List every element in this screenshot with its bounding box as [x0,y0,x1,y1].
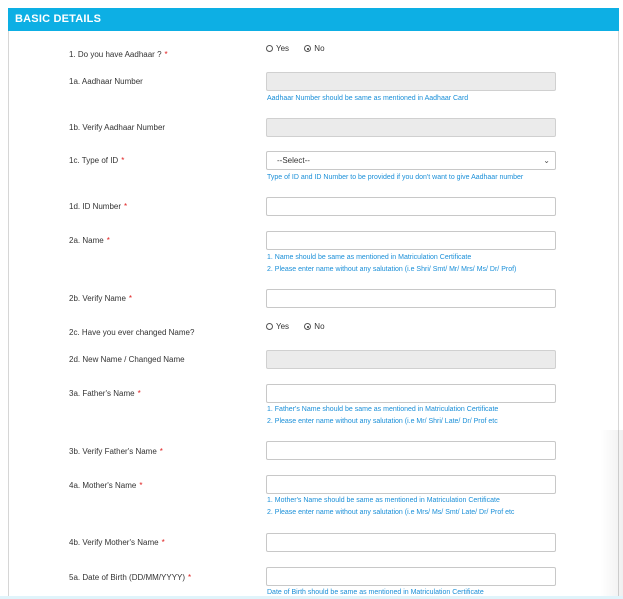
mother-name-hint-1: 1. Mother's Name should be same as menti… [267,497,500,504]
id-number-input[interactable] [266,197,556,216]
aadhaar-yes-option[interactable]: Yes [266,44,289,53]
required-marker: * [121,156,125,165]
section-header: BASIC DETAILS [8,8,619,31]
type-of-id-selected-value: --Select-- [277,156,310,165]
aadhaar-number-input[interactable] [266,72,556,91]
dob-input[interactable] [266,567,556,586]
radio-checked-icon[interactable] [304,45,312,52]
required-marker: * [128,294,133,303]
required-marker: * [137,389,141,398]
required-marker: * [106,236,110,245]
chevron-down-icon: ⌄ [543,156,550,165]
type-of-id-hint: Type of ID and ID Number to be provided … [267,174,524,181]
father-name-label: 3a. Father's Name * [69,389,141,398]
father-name-input[interactable] [266,384,556,403]
verify-aadhaar-label: 1b. Verify Aadhaar Number [69,123,166,132]
verify-aadhaar-input[interactable] [266,118,556,137]
new-name-label: 2d. New Name / Changed Name [69,355,185,364]
required-marker: * [139,481,143,490]
scroll-shadow [600,430,623,599]
aadhaar-question-label: 1. Do you have Aadhaar ? * [69,50,168,59]
verify-name-label: 2b. Verify Name * [69,294,133,303]
changed-name-no-option[interactable]: No [304,322,325,331]
required-marker: * [159,447,163,456]
radio-unchecked-icon[interactable] [266,323,273,330]
verify-mother-name-input[interactable] [266,533,556,552]
type-of-id-select[interactable]: --Select-- ⌄ [266,151,556,170]
name-hint-2: 2. Please enter name without any salutat… [267,266,517,273]
father-name-hint-2: 2. Please enter name without any salutat… [267,418,498,425]
new-name-input[interactable] [266,350,556,369]
verify-father-name-input[interactable] [266,441,556,460]
dob-label: 5a. Date of Birth (DD/MM/YYYY) * [69,573,192,582]
aadhaar-no-option[interactable]: No [304,44,325,53]
verify-mother-name-label: 4b. Verify Mother's Name * [69,538,165,547]
father-name-hint-1: 1. Father's Name should be same as menti… [267,406,499,413]
radio-unchecked-icon[interactable] [266,45,273,52]
name-hint-1: 1. Name should be same as mentioned in M… [267,254,472,261]
radio-checked-icon[interactable] [304,323,312,330]
type-of-id-label: 1c. Type of ID * [69,156,125,165]
required-marker: * [188,573,192,582]
required-marker: * [164,50,168,59]
changed-name-question-label: 2c. Have you ever changed Name? [69,328,195,337]
name-input[interactable] [266,231,556,250]
mother-name-input[interactable] [266,475,556,494]
verify-father-name-label: 3b. Verify Father's Name * [69,447,163,456]
id-number-label: 1d. ID Number * [69,202,128,211]
changed-name-yes-option[interactable]: Yes [266,322,289,331]
dob-hint: Date of Birth should be same as mentione… [267,589,484,596]
aadhaar-number-label: 1a. Aadhaar Number [69,77,143,86]
mother-name-label: 4a. Mother's Name * [69,481,143,490]
verify-name-input[interactable] [266,289,556,308]
aadhaar-radio-group: Yes No [266,44,338,53]
required-marker: * [124,202,128,211]
name-label: 2a. Name * [69,236,110,245]
required-marker: * [161,538,165,547]
section-title: BASIC DETAILS [15,13,102,25]
mother-name-hint-2: 2. Please enter name without any salutat… [267,509,515,516]
changed-name-radio-group: Yes No [266,322,338,331]
aadhaar-number-hint: Aadhaar Number should be same as mention… [267,95,469,102]
